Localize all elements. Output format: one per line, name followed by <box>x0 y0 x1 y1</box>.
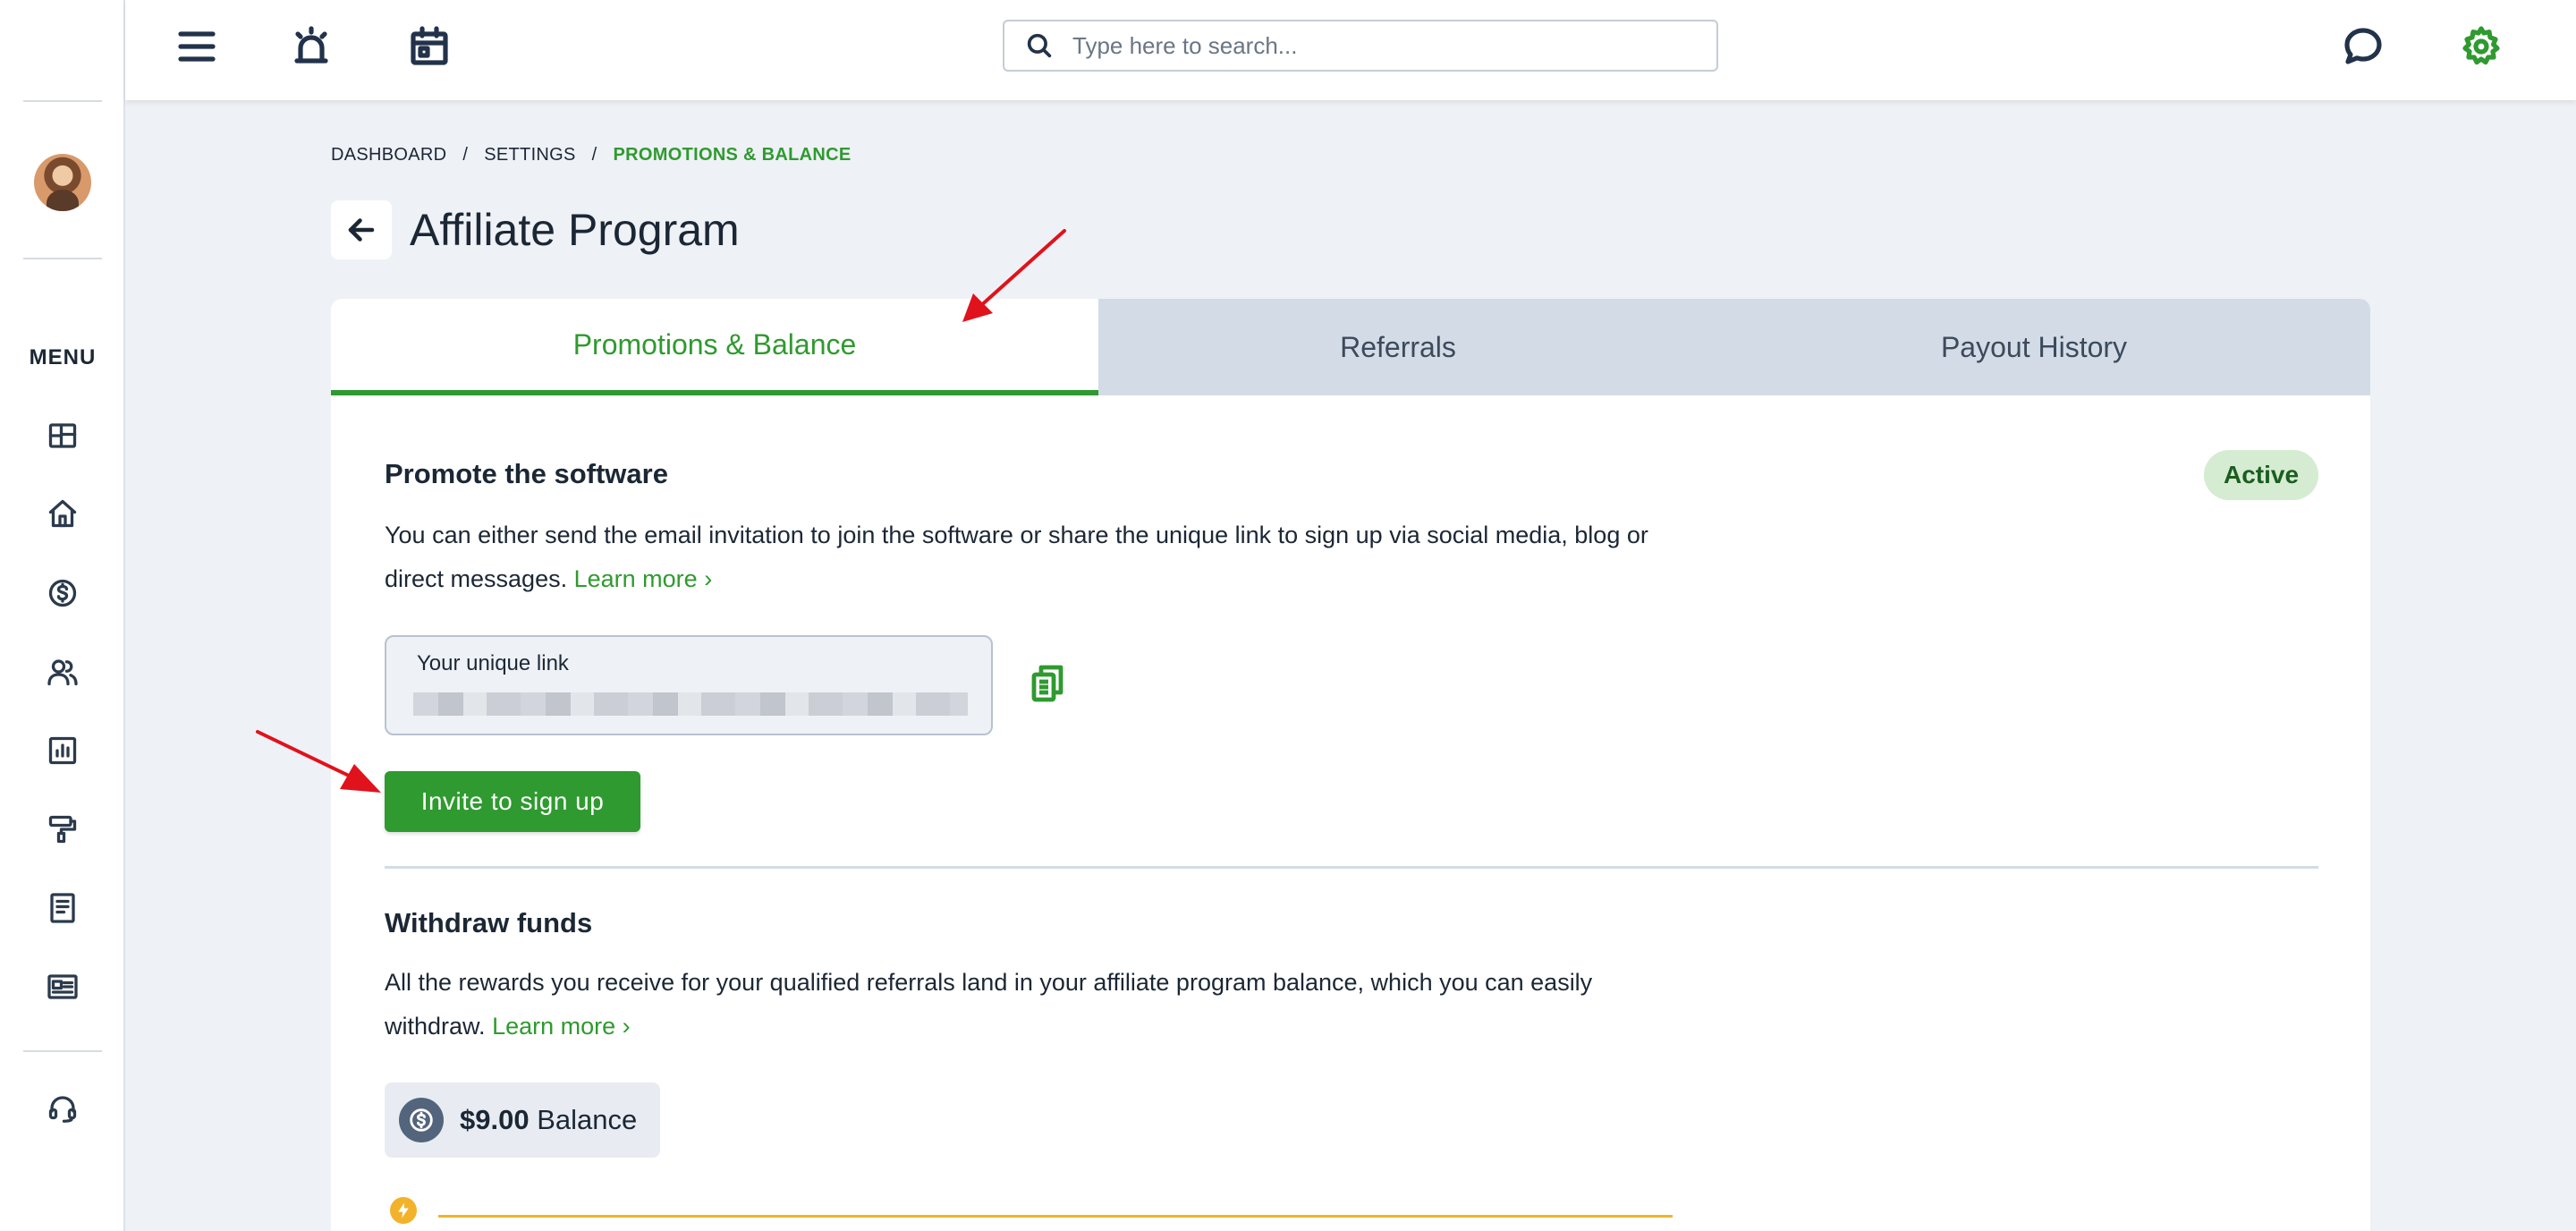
breadcrumb-dashboard[interactable]: DASHBOARD <box>331 145 446 166</box>
avatar[interactable] <box>34 154 91 211</box>
sidebar-item-dashboard[interactable] <box>45 418 80 454</box>
coin-icon <box>399 1098 444 1142</box>
sidebar-item-reports[interactable] <box>45 733 80 768</box>
back-button[interactable] <box>331 200 392 259</box>
calendar-icon <box>411 26 448 65</box>
withdraw-description: All the rewards you receive for your qua… <box>385 961 1655 1048</box>
sidebar-item-home[interactable] <box>45 496 80 531</box>
balance-label: Balance <box>537 1104 638 1135</box>
sidebar-divider <box>23 100 102 102</box>
bar-chart-icon <box>48 736 77 765</box>
balance-amount: $9.00 <box>460 1104 530 1135</box>
menu-button[interactable] <box>172 21 222 72</box>
page-title: Affiliate Program <box>410 205 740 255</box>
chat-button[interactable] <box>2338 21 2388 72</box>
id-card-icon <box>47 974 78 999</box>
sidebar-item-forms[interactable] <box>45 969 80 1005</box>
dashboard-icon <box>48 423 77 448</box>
progress-line <box>438 1215 1673 1218</box>
sidebar-item-documents[interactable] <box>45 890 80 926</box>
sidebar-item-billing[interactable] <box>45 575 80 611</box>
menu-icon <box>178 31 216 62</box>
sidebar-item-customers[interactable] <box>45 654 80 690</box>
arrow-left-icon <box>348 218 375 242</box>
paint-roller-icon <box>48 815 77 844</box>
promote-description: You can either send the email invitation… <box>385 514 1655 601</box>
withdraw-progress <box>385 1193 1673 1229</box>
menu-label: MENU <box>29 345 97 369</box>
invite-to-sign-up-button[interactable]: Invite to sign up <box>385 771 640 832</box>
alarm-icon <box>294 26 328 64</box>
chat-icon <box>2344 28 2382 64</box>
sidebar-divider <box>23 258 102 259</box>
alarm-button[interactable] <box>286 21 336 72</box>
promote-title: Promote the software <box>385 458 668 489</box>
search-icon <box>1027 33 1052 58</box>
status-badge: Active <box>2204 450 2318 500</box>
unique-link-label: Your unique link <box>417 651 569 675</box>
home-icon <box>48 499 77 528</box>
sidebar-item-marketing[interactable] <box>45 811 80 847</box>
tab-promotions-balance[interactable]: Promotions & Balance <box>331 299 1098 395</box>
affiliate-card: Promotions & Balance Referrals Payout Hi… <box>331 299 2370 1231</box>
learn-more-link[interactable]: Learn more › <box>574 565 713 592</box>
unique-link-value-redacted <box>413 692 968 716</box>
support-button[interactable] <box>45 1091 80 1126</box>
search-input[interactable] <box>1072 31 1699 60</box>
users-icon <box>47 659 78 686</box>
breadcrumb-separator: / <box>462 145 469 165</box>
dollar-circle-icon <box>48 579 77 607</box>
balance-text: $9.00 Balance <box>460 1104 637 1136</box>
tab-payout-history[interactable]: Payout History <box>1698 299 2370 395</box>
tab-bar: Promotions & Balance Referrals Payout Hi… <box>331 299 2370 395</box>
sidebar-divider <box>23 1050 102 1052</box>
breadcrumb-current: PROMOTIONS & BALANCE <box>613 145 852 165</box>
chevron-right-icon: › <box>622 1013 631 1040</box>
section-divider <box>385 866 2318 869</box>
learn-more-link[interactable]: Learn more › <box>492 1013 631 1040</box>
document-icon <box>50 893 75 923</box>
chevron-right-icon: › <box>704 565 713 592</box>
breadcrumb: DASHBOARD / SETTINGS / PROMOTIONS & BALA… <box>331 145 852 166</box>
top-bar <box>125 0 2576 100</box>
unique-link-field[interactable]: Your unique link <box>385 635 993 735</box>
copy-icon <box>1031 665 1063 702</box>
sidebar: MENU <box>0 0 125 1231</box>
lightning-icon <box>390 1197 417 1224</box>
breadcrumb-separator: / <box>591 145 597 165</box>
headset-icon <box>48 1096 77 1123</box>
copy-link-button[interactable] <box>1030 664 1066 703</box>
calendar-button[interactable] <box>404 21 454 72</box>
withdraw-title: Withdraw funds <box>385 907 593 938</box>
gear-icon <box>2462 26 2500 65</box>
search-box[interactable] <box>1003 20 1718 72</box>
learn-more-label: Learn more <box>492 1013 616 1040</box>
balance-chip: $9.00 Balance <box>385 1082 660 1158</box>
learn-more-label: Learn more <box>573 565 698 592</box>
tab-referrals[interactable]: Referrals <box>1098 299 1698 395</box>
breadcrumb-settings[interactable]: SETTINGS <box>484 145 575 166</box>
settings-button[interactable] <box>2456 21 2506 72</box>
